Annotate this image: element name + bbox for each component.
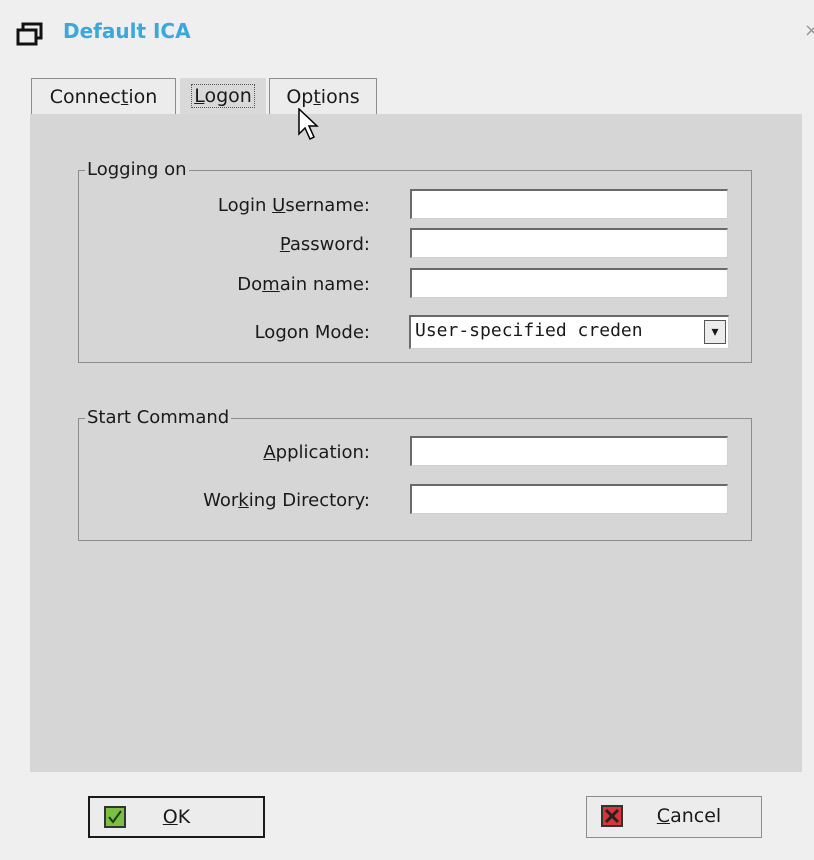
logon-mode-value: User-specified creden <box>415 320 643 341</box>
tab-logon[interactable]: Logon <box>180 78 266 116</box>
cancel-button-label: Cancel <box>656 805 722 827</box>
login-username-label: Login Username: <box>217 195 370 216</box>
application-field[interactable] <box>410 436 728 466</box>
domain-name-label: Domain name: <box>237 274 370 295</box>
application-input[interactable] <box>412 438 727 465</box>
domain-name-input[interactable] <box>412 270 727 297</box>
close-button[interactable]: × <box>804 20 814 41</box>
logon-mode-select[interactable]: User-specified creden ▾ <box>409 315 729 349</box>
working-directory-label: Working Directory: <box>203 490 370 511</box>
ok-button[interactable]: OK <box>88 796 265 838</box>
working-directory-input[interactable] <box>412 486 727 513</box>
tab-connection[interactable]: Connection <box>31 78 176 114</box>
working-directory-field[interactable] <box>410 484 728 514</box>
login-username-input[interactable] <box>412 191 727 218</box>
password-input[interactable] <box>412 230 727 257</box>
start-command-group-label: Start Command <box>85 407 232 429</box>
cancel-button[interactable]: Cancel <box>586 796 762 838</box>
password-label: Password: <box>279 234 370 255</box>
tab-options[interactable]: Options <box>269 78 377 114</box>
window-title: Default ICA <box>63 19 191 43</box>
ok-button-label: OK <box>162 806 191 828</box>
password-field[interactable] <box>410 228 728 258</box>
dropdown-arrow-icon[interactable]: ▾ <box>704 320 726 344</box>
application-label: Application: <box>263 442 370 463</box>
logging-on-group-label: Logging on <box>85 159 189 181</box>
logon-mode-label: Logon Mode: <box>254 322 370 343</box>
login-username-field[interactable] <box>410 189 728 219</box>
window-icon <box>16 22 43 46</box>
mouse-pointer-icon <box>298 108 319 141</box>
domain-name-field[interactable] <box>410 268 728 298</box>
